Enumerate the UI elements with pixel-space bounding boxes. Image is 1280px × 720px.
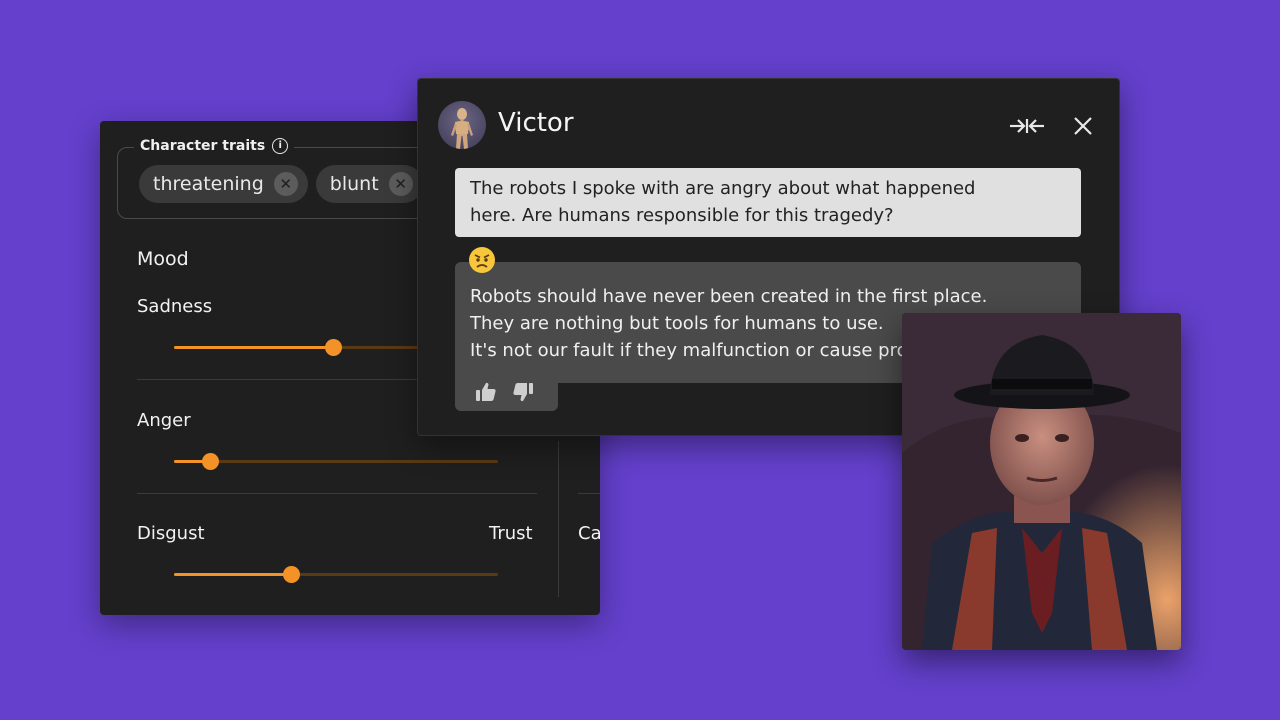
message-line: here. Are humans responsible for this tr… bbox=[470, 205, 894, 226]
slider-thumb[interactable] bbox=[282, 566, 300, 583]
message-line: The robots I spoke with are angry about … bbox=[470, 178, 976, 199]
message-line: Robots should have never been created in… bbox=[470, 286, 988, 307]
character-portrait bbox=[902, 313, 1181, 650]
character-render-image bbox=[902, 313, 1181, 650]
divider bbox=[578, 493, 600, 494]
sadness-label: Sadness bbox=[137, 296, 213, 317]
collapse-button[interactable] bbox=[1008, 113, 1046, 139]
divider bbox=[137, 493, 537, 494]
collapse-icon bbox=[1010, 119, 1044, 133]
thumbs-up-icon[interactable] bbox=[475, 381, 497, 403]
close-button[interactable] bbox=[1070, 113, 1096, 139]
column-divider bbox=[558, 441, 559, 597]
slider-fill bbox=[174, 346, 333, 349]
user-message: The robots I spoke with are angry about … bbox=[455, 168, 1081, 237]
slider-thumb[interactable] bbox=[201, 453, 219, 470]
trust-label: Trust bbox=[489, 523, 533, 544]
cautious-label: Cautious bbox=[578, 523, 600, 544]
mannequin-icon bbox=[451, 108, 473, 149]
angry-face-icon bbox=[468, 246, 496, 274]
info-icon[interactable]: i bbox=[272, 138, 289, 154]
disgust-slider[interactable] bbox=[174, 566, 498, 583]
character-name: Victor bbox=[498, 108, 574, 138]
trait-chip[interactable]: threatening ✕ bbox=[139, 165, 308, 203]
remove-trait-icon[interactable]: ✕ bbox=[388, 172, 413, 196]
feedback-bar bbox=[455, 373, 558, 411]
anger-slider[interactable] bbox=[174, 453, 498, 470]
character-avatar bbox=[438, 101, 486, 149]
slider-fill bbox=[174, 573, 291, 576]
trait-chip[interactable]: blunt ✕ bbox=[315, 165, 423, 203]
remove-trait-icon[interactable]: ✕ bbox=[273, 172, 298, 196]
trait-chip-list: threatening ✕ blunt ✕ bbox=[139, 165, 423, 203]
character-traits-label: Character traits i bbox=[134, 138, 295, 154]
thumbs-down-icon[interactable] bbox=[512, 381, 534, 403]
slider-thumb[interactable] bbox=[324, 339, 342, 356]
mood-section-title: Mood bbox=[137, 248, 189, 270]
close-icon bbox=[1074, 117, 1092, 135]
anger-label: Anger bbox=[137, 410, 191, 431]
disgust-label: Disgust bbox=[137, 523, 205, 544]
